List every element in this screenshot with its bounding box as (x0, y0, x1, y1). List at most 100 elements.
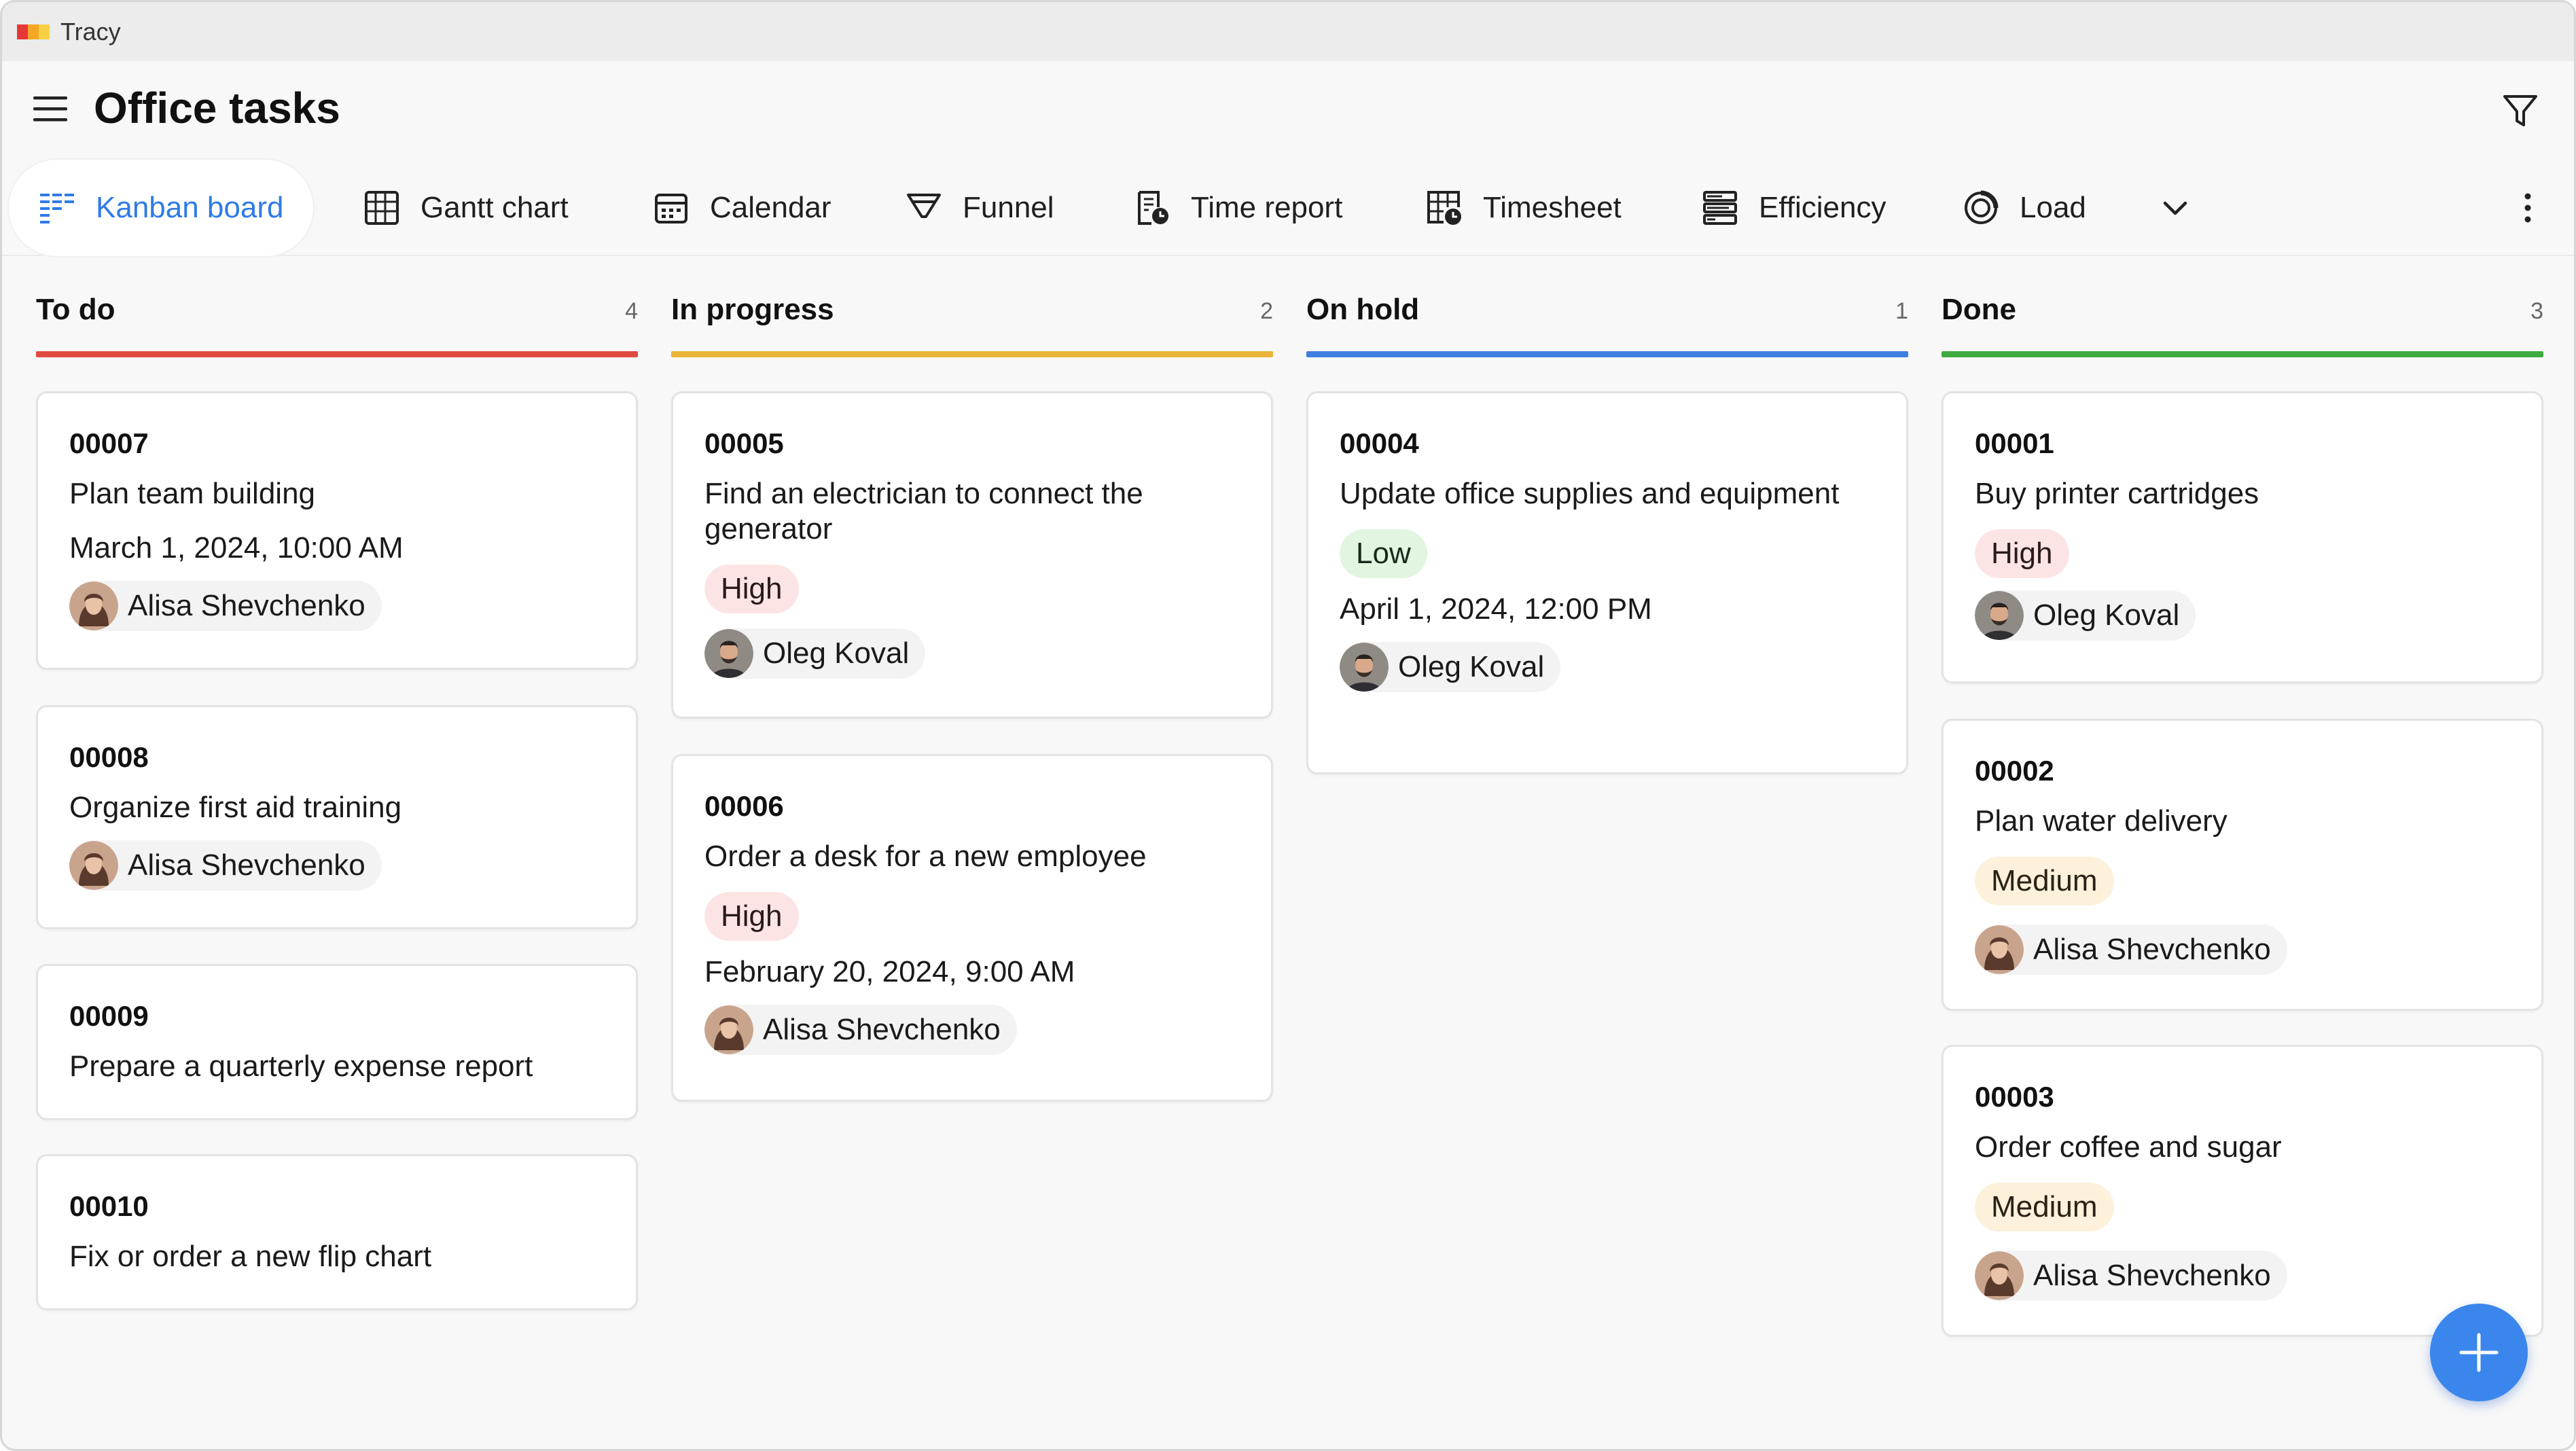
efficiency-icon (1703, 191, 1737, 225)
assignee-chip[interactable]: Alisa Shevchenko (69, 581, 382, 631)
tab-label: Load (2020, 191, 2086, 224)
task-id: 00002 (1975, 755, 2054, 787)
task-card[interactable]: 00001 Buy printer cartridges High Oleg K… (1942, 391, 2543, 683)
column-color-bar (36, 351, 638, 357)
column-on-hold: On hold 1 00004 Update office supplies a… (1306, 260, 1908, 774)
task-card[interactable]: 00002 Plan water delivery Medium Alisa S… (1942, 719, 2543, 1011)
tab-label: Timesheet (1483, 191, 1622, 224)
task-date: February 20, 2024, 9:00 AM (704, 955, 1075, 988)
tab-kanban-board[interactable]: Kanban board (9, 160, 314, 256)
task-card[interactable]: 00009 Prepare a quarterly expense report (36, 964, 638, 1120)
load-icon (1965, 190, 1999, 224)
priority-badge: High (704, 565, 799, 613)
task-title: Prepare a quarterly expense report (69, 1050, 533, 1083)
funnel-icon (907, 194, 941, 218)
column-color-bar (1942, 351, 2543, 357)
priority-badge: Medium (1975, 1183, 2114, 1232)
avatar (1975, 925, 2024, 974)
hamburger-menu-icon[interactable] (31, 92, 71, 126)
assignee-chip[interactable]: Oleg Koval (704, 628, 926, 679)
add-task-button[interactable] (2430, 1304, 2528, 1401)
priority-badge: Low (1340, 529, 1427, 578)
calendar-icon (655, 194, 687, 223)
task-card[interactable]: 00005 Find an electrician to connect the… (671, 391, 1273, 719)
avatar (704, 629, 753, 678)
assignee-name: Alisa Shevchenko (2033, 1259, 2271, 1292)
column-done: Done 3 00001 Buy printer cartridges High… (1942, 260, 2543, 1337)
tab-gantt-chart[interactable]: Gantt chart (363, 160, 569, 256)
filter-icon[interactable] (2499, 90, 2541, 132)
app-title: Tracy (60, 17, 121, 46)
column-to-do: To do 4 00007 Plan team building March 1… (36, 260, 638, 1310)
column-title: Done (1942, 293, 2016, 326)
task-id: 00008 (69, 741, 149, 773)
view-tabs: Kanban board Gantt chart Calendar Funnel (2, 160, 2574, 256)
task-title: Update office supplies and equipment (1340, 477, 1840, 510)
assignee-chip[interactable]: Oleg Koval (1340, 642, 1561, 692)
assignee-chip[interactable]: Alisa Shevchenko (69, 840, 382, 891)
tab-funnel[interactable]: Funnel (906, 160, 1054, 256)
gantt-icon (365, 191, 399, 225)
task-title: Organize first aid training (69, 791, 402, 824)
time-report-icon (1138, 191, 1168, 225)
task-title: Plan team building (69, 477, 316, 510)
assignee-name: Alisa Shevchenko (763, 1013, 1001, 1046)
column-count: 3 (2530, 298, 2543, 324)
task-date: April 1, 2024, 12:00 PM (1340, 592, 1652, 626)
task-id: 00005 (704, 427, 784, 459)
tab-label: Calendar (710, 191, 831, 224)
tab-calendar[interactable]: Calendar (653, 160, 831, 256)
task-title: Plan water delivery (1975, 804, 2228, 838)
column-header: Done 3 (1942, 260, 2543, 357)
timesheet-icon (1427, 191, 1461, 225)
tab-label: Time report (1191, 191, 1343, 224)
task-id: 00003 (1975, 1081, 2054, 1113)
tab-label: Kanban board (96, 191, 284, 224)
tab-label: Gantt chart (421, 191, 569, 224)
task-id: 00001 (1975, 427, 2054, 459)
task-id: 00007 (69, 427, 149, 459)
assignee-chip[interactable]: Alisa Shevchenko (704, 1005, 1017, 1055)
task-id: 00004 (1340, 427, 1419, 459)
task-card[interactable]: 00003 Order coffee and sugar Medium Alis… (1942, 1045, 2543, 1337)
tab-label: Funnel (963, 191, 1054, 224)
tab-timesheet[interactable]: Timesheet (1426, 160, 1622, 256)
column-count: 2 (1260, 298, 1273, 324)
assignee-name: Oleg Koval (763, 637, 910, 670)
column-title: To do (36, 293, 115, 326)
assignee-chip[interactable]: Alisa Shevchenko (1975, 1251, 2287, 1301)
page-title: Office tasks (94, 84, 340, 132)
task-card[interactable]: 00004 Update office supplies and equipme… (1306, 391, 1908, 774)
priority-badge: Medium (1975, 857, 2114, 906)
column-count: 1 (1895, 298, 1908, 324)
task-date: March 1, 2024, 10:00 AM (69, 531, 404, 565)
avatar (704, 1005, 753, 1054)
task-card[interactable]: 00008 Organize first aid training Alisa … (36, 705, 638, 929)
tab-label: Efficiency (1759, 191, 1886, 224)
more-options-icon[interactable] (2521, 191, 2535, 225)
task-id: 00006 (704, 790, 784, 822)
column-color-bar (671, 351, 1273, 357)
tab-efficiency[interactable]: Efficiency (1702, 160, 1886, 256)
task-id: 00010 (69, 1190, 149, 1222)
assignee-chip[interactable]: Oleg Koval (1975, 590, 2196, 641)
assignee-chip[interactable]: Alisa Shevchenko (1975, 925, 2287, 975)
task-title: Order coffee and sugar (1975, 1130, 2282, 1164)
task-title: Order a desk for a new employee (704, 840, 1147, 873)
plus-icon (2459, 1333, 2499, 1372)
tab-load[interactable]: Load (1963, 160, 2086, 256)
column-in-progress: In progress 2 00005 Find an electrician … (671, 260, 1273, 1102)
chevron-down-icon[interactable] (2158, 191, 2192, 225)
app-logo-icon (17, 24, 50, 39)
column-title: In progress (671, 293, 834, 326)
task-card[interactable]: 00006 Order a desk for a new employee Hi… (671, 754, 1273, 1102)
avatar (69, 581, 118, 630)
task-card[interactable]: 00010 Fix or order a new flip chart (36, 1154, 638, 1310)
column-header: To do 4 (36, 260, 638, 357)
tab-time-report[interactable]: Time report (1134, 160, 1342, 256)
column-title: On hold (1306, 293, 1420, 326)
page-header: Office tasks (2, 61, 2574, 156)
task-card[interactable]: 00007 Plan team building March 1, 2024, … (36, 391, 638, 670)
assignee-name: Oleg Koval (1398, 650, 1545, 683)
task-title: Find an electrician to connect the gener… (704, 477, 1143, 545)
